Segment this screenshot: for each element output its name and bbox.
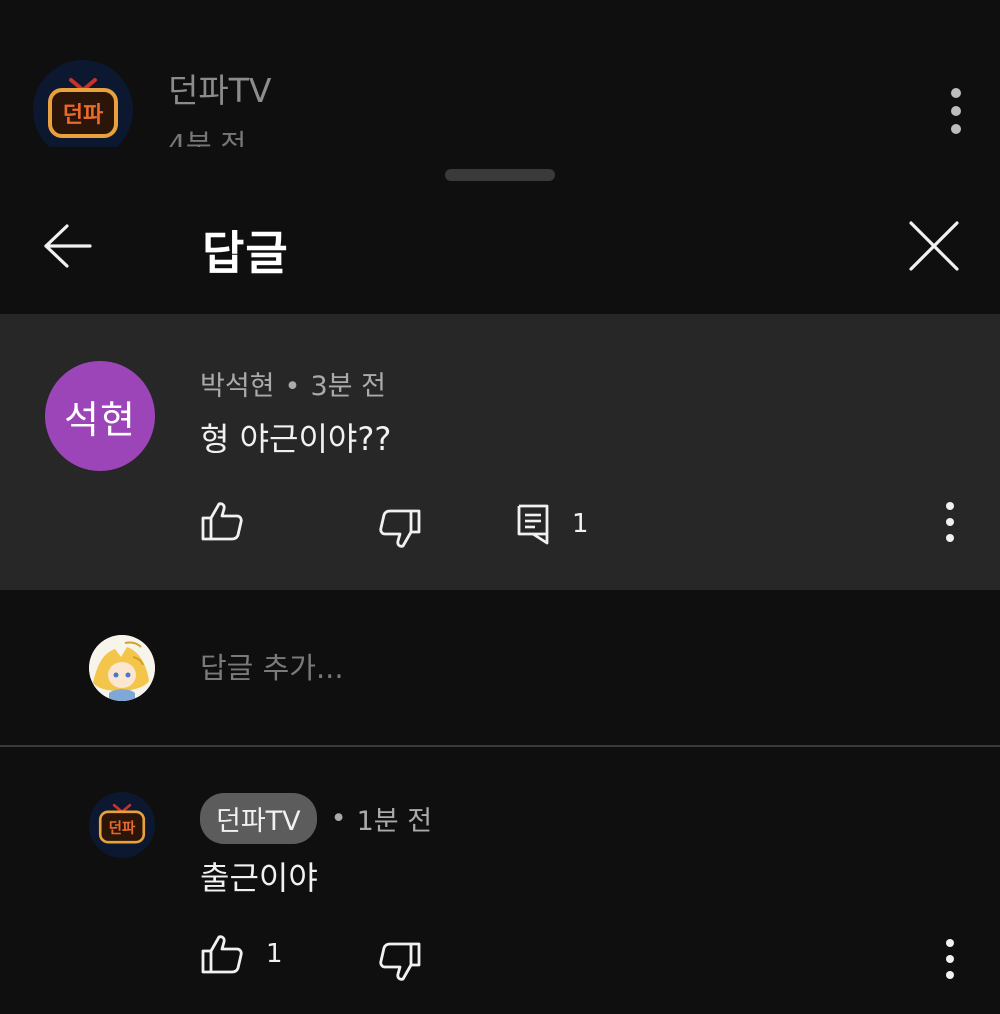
meta-separator: • [330, 803, 347, 834]
channel-owner-badge[interactable]: 던파TV [200, 793, 317, 844]
reply-count: 1 [572, 509, 589, 539]
svg-text:던파: 던파 [109, 820, 136, 837]
dislike-button[interactable] [378, 508, 422, 550]
thumb-down-icon [379, 509, 421, 548]
thumb-up-icon [201, 935, 243, 974]
reply-time: 1분 전 [356, 806, 433, 837]
svg-text:던파: 던파 [63, 103, 104, 128]
close-icon [909, 221, 959, 271]
add-reply-input[interactable] [200, 648, 920, 688]
comment-author[interactable]: 박석현 [200, 371, 275, 402]
channel-name[interactable]: 던파TV [168, 64, 271, 112]
avatar[interactable]: 석현 [45, 361, 155, 471]
reply-text: 출근이야 [200, 859, 318, 897]
back-arrow-icon [44, 224, 92, 268]
thumb-down-icon [379, 942, 421, 981]
comment-text: 형 야근이야?? [200, 420, 392, 458]
like-button[interactable] [200, 500, 244, 542]
reply-icon [517, 504, 549, 545]
reply-button[interactable]: 1 [516, 503, 589, 545]
more-vert-icon[interactable] [940, 937, 960, 981]
screen: 던파 던파TV 4분 전 답글 석현 박석현 • 3분 전 형 야근이야?? 1… [0, 0, 1000, 1014]
user-avatar-image [89, 635, 155, 701]
like-button[interactable]: 1 [200, 933, 283, 975]
dislike-button[interactable] [378, 941, 422, 983]
thumb-up-icon [201, 502, 243, 541]
reply-comment: 던파 던파TV • 1분 전 출근이야 1 [0, 747, 1000, 1014]
replies-sheet: 답글 석현 박석현 • 3분 전 형 야근이야?? 1 답글 추가... 던파 … [0, 147, 1000, 1014]
comment-time: 3분 전 [310, 371, 386, 402]
more-vert-icon[interactable] [940, 500, 960, 544]
background-post: 던파 던파TV 4분 전 [0, 0, 1000, 170]
more-vert-icon[interactable] [944, 86, 968, 136]
back-button[interactable] [32, 213, 104, 279]
parent-comment: 석현 박석현 • 3분 전 형 야근이야?? 1 [0, 314, 1000, 590]
like-count: 1 [266, 939, 283, 969]
comment-meta: 박석현 • 3분 전 [200, 364, 386, 403]
close-button[interactable] [898, 213, 970, 279]
add-reply-row [0, 590, 1000, 745]
meta-separator: • [284, 371, 301, 402]
reply-avatar[interactable]: 던파 [89, 792, 155, 858]
channel-avatar[interactable]: 던파 [33, 60, 133, 160]
drag-handle[interactable] [445, 169, 555, 181]
tv-logo-icon: 던파 [89, 792, 155, 858]
sheet-title: 답글 [202, 226, 289, 280]
tv-logo-icon: 던파 [33, 60, 133, 160]
reply-meta: 던파TV • 1분 전 [200, 793, 432, 844]
user-avatar [89, 635, 155, 701]
